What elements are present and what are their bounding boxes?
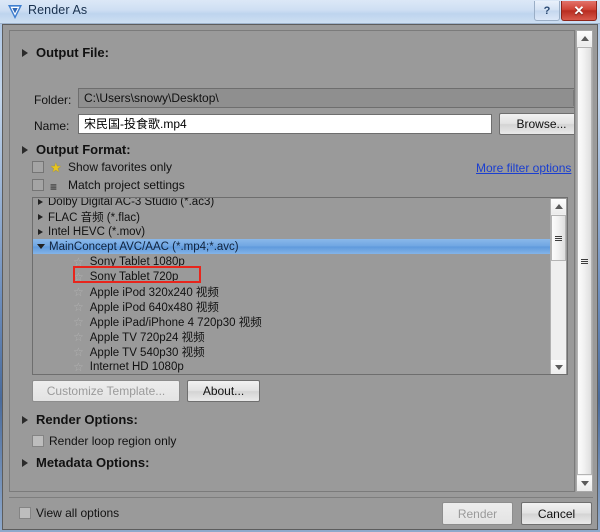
tree-item-label: Internet HD 1080p (89, 360, 184, 373)
scroll-down-icon[interactable] (577, 476, 592, 491)
tree-item-label: Sony Tablet 1080p (89, 255, 185, 268)
scrollable-content-pane: Output File: Folder: C:\Users\snowy\Desk… (9, 30, 575, 492)
scroll-down-icon[interactable] (551, 360, 566, 374)
tree-leaf-item[interactable]: ☆ Sony Tablet 720p (33, 269, 551, 284)
dialog-scrollbar[interactable] (576, 30, 593, 492)
tree-node[interactable]: MainConcept AVC/AAC (*.mp4;*.avc) (33, 239, 551, 254)
tree-node[interactable]: Dolby Digital AC-3 Studio (*.ac3) (33, 197, 551, 209)
customize-template-button[interactable]: Customize Template... (32, 380, 180, 402)
tree-leaf-item[interactable]: ☆ Internet HD 1080p (33, 359, 551, 374)
chevron-right-icon[interactable] (38, 198, 43, 205)
tree-leaf-item[interactable]: ☆ Apple TV 540p30 视频 (33, 344, 551, 359)
tree-item-label: Dolby Digital AC-3 Studio (*.ac3) (48, 197, 215, 208)
browse-button[interactable]: Browse... (499, 113, 574, 135)
chevron-down-icon[interactable] (37, 244, 45, 249)
title-bar: Render As ? ✕ (0, 0, 600, 24)
output-format-tree[interactable]: Dolby Digital AC-3 Studio (*.ac3) FLAC 音频… (32, 197, 568, 375)
favorite-star-icon[interactable]: ☆ (73, 346, 84, 358)
render-button[interactable]: Render (442, 502, 513, 525)
cancel-button[interactable]: Cancel (521, 502, 592, 525)
render-as-window: Render As ? ✕ Output File: Folder: C:\Us… (0, 0, 600, 532)
favorite-star-icon[interactable]: ☆ (73, 256, 84, 268)
tree-item-label: Apple TV 720p24 视频 (89, 331, 205, 344)
show-favorites-label[interactable]: Show favorites only (68, 160, 172, 174)
chevron-right-icon[interactable] (38, 228, 43, 235)
match-project-settings-label[interactable]: Match project settings (68, 178, 185, 192)
favorite-star-icon[interactable]: ☆ (73, 331, 84, 343)
match-settings-icon: ≡ (50, 180, 58, 194)
render-loop-region-checkbox[interactable] (32, 435, 44, 447)
window-title: Render As (28, 3, 88, 17)
tree-node[interactable]: Intel HEVC (*.mov) (33, 224, 551, 239)
render-label: Render (457, 506, 498, 521)
cancel-label: Cancel (537, 506, 576, 521)
tree-list: Dolby Digital AC-3 Studio (*.ac3) FLAC 音频… (33, 197, 551, 374)
tree-item-label: Apple iPod 320x240 视频 (89, 286, 219, 299)
vegas-app-icon (7, 4, 23, 20)
filename-input[interactable]: 宋民国-投食歌.mp4 (78, 114, 492, 134)
section-header-output-file[interactable]: Output File: (22, 45, 109, 60)
chevron-right-icon[interactable] (38, 213, 43, 220)
tree-leaf-item[interactable]: ☆ Apple iPod 320x240 视频 (33, 284, 551, 299)
tree-item-label: Apple iPad/iPhone 4 720p30 视频 (89, 316, 262, 329)
section-header-output-format[interactable]: Output Format: (22, 142, 131, 157)
tree-item-label: Intel HEVC (*.mov) (48, 225, 146, 238)
favorite-star-icon[interactable]: ☆ (73, 301, 84, 313)
about-label: About... (202, 384, 245, 398)
favorite-star-icon[interactable]: ☆ (73, 286, 84, 298)
scroll-up-icon[interactable] (551, 199, 566, 214)
render-loop-region-label[interactable]: Render loop region only (49, 434, 176, 448)
tree-leaf-item[interactable]: ☆ Apple iPod 640x480 视频 (33, 299, 551, 314)
tree-scrollbar[interactable] (550, 199, 566, 374)
chevron-right-icon (22, 48, 28, 57)
favorite-star-icon[interactable]: ☆ (73, 271, 84, 283)
name-label: Name: (34, 119, 70, 133)
scroll-up-icon[interactable] (577, 31, 592, 46)
about-button[interactable]: About... (187, 380, 260, 402)
section-header-render-options[interactable]: Render Options: (22, 412, 138, 427)
tree-item-label: Apple TV 540p30 视频 (89, 346, 205, 359)
section-header-metadata-options[interactable]: Metadata Options: (22, 455, 149, 470)
favorite-star-icon[interactable]: ☆ (73, 316, 84, 328)
tree-node[interactable]: FLAC 音频 (*.flac) (33, 209, 551, 224)
view-all-options-label[interactable]: View all options (36, 506, 119, 520)
help-button[interactable]: ? (534, 1, 560, 21)
view-all-options-checkbox[interactable] (19, 507, 31, 519)
browse-label: Browse... (516, 117, 567, 131)
close-button[interactable]: ✕ (561, 1, 597, 21)
tree-scroll-thumb[interactable] (551, 215, 566, 261)
filename-value: 宋民国-投食歌.mp4 (84, 117, 187, 131)
chevron-down-icon[interactable] (573, 90, 574, 106)
chevron-right-icon (22, 458, 28, 467)
folder-combobox[interactable]: C:\Users\snowy\Desktop\ (78, 88, 574, 108)
tree-leaf-item[interactable]: ☆ Sony Tablet 1080p (33, 254, 551, 269)
tree-item-label: Apple iPod 640x480 视频 (89, 301, 219, 314)
chevron-right-icon (22, 415, 28, 424)
tree-item-label: FLAC 音频 (*.flac) (48, 211, 141, 224)
tree-leaf-item[interactable]: ☆ Apple iPad/iPhone 4 720p30 视频 (33, 314, 551, 329)
customize-template-label: Customize Template... (46, 384, 166, 398)
dialog-footer: View all options Render Cancel (3, 498, 597, 529)
help-icon: ? (543, 4, 551, 17)
dialog-scroll-thumb[interactable] (577, 47, 592, 475)
show-favorites-checkbox[interactable] (32, 161, 44, 173)
more-filter-options-link[interactable]: More filter options (476, 161, 571, 175)
favorite-star-icon[interactable]: ☆ (73, 361, 84, 373)
section-title-output-format: Output Format: (36, 142, 131, 157)
section-title-render-options: Render Options: (36, 412, 138, 427)
dialog-body: Output File: Folder: C:\Users\snowy\Desk… (2, 24, 598, 530)
chevron-right-icon (22, 145, 28, 154)
match-project-settings-checkbox[interactable] (32, 179, 44, 191)
tree-leaf-item[interactable]: ☆ Apple TV 720p24 视频 (33, 329, 551, 344)
star-icon: ★ (50, 160, 62, 175)
close-icon: ✕ (573, 2, 585, 18)
tree-item-label: MainConcept AVC/AAC (*.mp4;*.avc) (49, 240, 239, 253)
folder-value: C:\Users\snowy\Desktop\ (84, 91, 219, 105)
section-title-output-file: Output File: (36, 45, 109, 60)
tree-item-label: Sony Tablet 720p (89, 270, 179, 283)
section-title-metadata-options: Metadata Options: (36, 455, 150, 470)
folder-label: Folder: (34, 93, 72, 107)
